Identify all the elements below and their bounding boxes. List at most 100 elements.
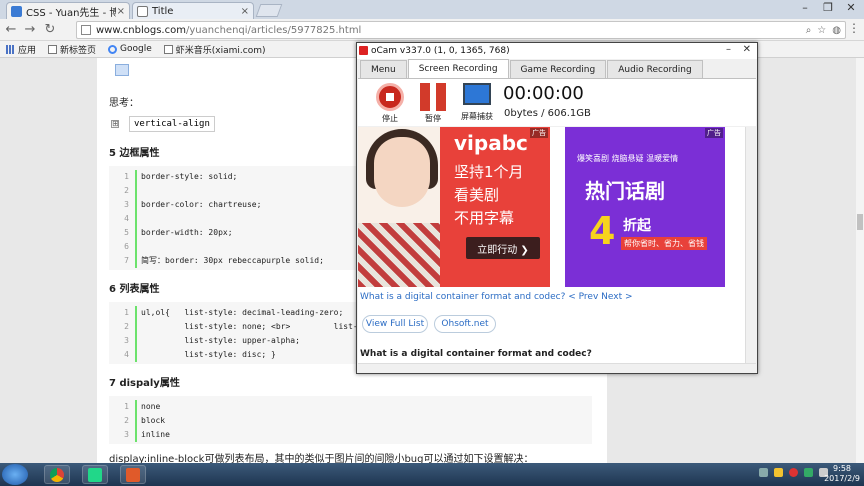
monitor-icon <box>463 83 491 105</box>
new-tab-button[interactable] <box>255 4 283 17</box>
bookmark-xiami[interactable]: 虾米音乐(xiami.com) <box>163 43 266 56</box>
expand-icon[interactable]: ⊞ <box>111 120 119 128</box>
reload-icon[interactable]: ↻ <box>42 22 58 38</box>
code-text: none <box>141 402 161 411</box>
tab-audio-recording[interactable]: Audio Recording <box>607 60 703 78</box>
ocam-titlebar: oCam v337.0 (1, 0, 1365, 768) – ✕ <box>357 43 757 59</box>
tab-game-recording[interactable]: Game Recording <box>509 60 607 78</box>
tab-close-icon[interactable]: × <box>117 6 125 17</box>
bookmark-newtab[interactable]: 新标签页 <box>48 43 96 56</box>
code-text: ul,ol{ list-style: decimal-leading-zero; <box>141 308 344 317</box>
zoom-icon[interactable]: ⌕ <box>806 25 812 36</box>
page-info-icon[interactable] <box>81 25 91 35</box>
ad-brand: vipabc <box>454 131 528 155</box>
bookmark-google[interactable]: Google <box>108 44 152 54</box>
ad-subline: 帮你省时、省力、省钱 <box>621 237 707 250</box>
minimize-icon[interactable]: – <box>794 1 816 14</box>
section-heading-display: 7 dispaly属性 <box>109 378 180 389</box>
tray-icon[interactable] <box>804 468 813 477</box>
code-line: 2 block <box>109 414 592 428</box>
tray-icon[interactable] <box>774 468 783 477</box>
storage-readout: 0bytes / 606.1GB <box>504 108 591 119</box>
url-input[interactable]: www.cnblogs.com/yuanchenqi/articles/5977… <box>76 21 846 39</box>
screen-capture-button[interactable]: 屏幕捕获 <box>457 83 497 122</box>
line-number: 5 <box>124 228 129 237</box>
bookmark-label: Google <box>120 44 152 54</box>
capture-vertical-scrollbar[interactable] <box>745 127 756 363</box>
close-window-icon[interactable]: ✕ <box>840 1 862 14</box>
prev-next-link[interactable]: What is a digital container format and c… <box>360 292 633 302</box>
browser-menu-icon[interactable]: ⋮ <box>848 21 860 35</box>
tab-title-page[interactable]: Title × <box>132 2 254 19</box>
pycharm-taskbar-button[interactable] <box>82 465 108 484</box>
pause-icon <box>420 83 446 111</box>
gutter-bar <box>135 428 137 442</box>
tray-icon[interactable] <box>789 468 798 477</box>
scrollbar-thumb[interactable] <box>857 214 863 230</box>
pycharm-icon <box>88 468 102 482</box>
tab-title: CSS - Yuan先生 - 博客园 <box>26 7 116 19</box>
forward-icon[interactable]: → <box>22 22 38 38</box>
line-number: 4 <box>124 350 129 359</box>
clock-time: 9:58 <box>833 464 852 473</box>
start-button[interactable] <box>2 464 28 485</box>
capture-horizontal-scrollbar[interactable] <box>358 363 756 373</box>
bookmark-label: 应用 <box>18 45 37 56</box>
view-full-list-button[interactable]: View Full List <box>362 315 428 333</box>
inline-code: vertical-align <box>129 116 215 132</box>
address-bar: ← → ↻ www.cnblogs.com/yuanchenqi/article… <box>0 19 864 41</box>
bookmark-apps[interactable]: 应用 <box>6 43 36 56</box>
capture-label: 屏幕捕获 <box>461 112 493 121</box>
line-number: 4 <box>124 214 129 223</box>
ocam-minimize-icon[interactable]: – <box>726 44 731 55</box>
gutter-bar <box>135 334 137 348</box>
code-text: block <box>141 416 166 425</box>
back-icon[interactable]: ← <box>3 22 19 38</box>
google-icon <box>108 44 118 54</box>
cnblogs-favicon-icon <box>11 5 22 17</box>
ocam-app-icon <box>359 46 368 55</box>
bookmark-star-icon[interactable]: ☆ <box>817 25 826 36</box>
tray-icon[interactable] <box>759 468 768 477</box>
pause-button[interactable]: 暂停 <box>413 83 453 124</box>
drama-ad[interactable]: 爆笑喜剧 烧脑悬疑 温暖爱情 热门话剧 4 折起 帮你省时、省力、省钱 广告 <box>565 127 725 287</box>
taskbar-clock[interactable]: 9:58 2017/2/9 <box>824 464 860 484</box>
ocam-taskbar-button[interactable] <box>120 465 146 484</box>
portrait-sweater <box>358 223 440 287</box>
clock-date: 2017/2/9 <box>824 474 860 483</box>
gutter-bar <box>135 226 137 240</box>
line-number: 7 <box>124 256 129 265</box>
vipabc-ad[interactable]: vipabc 坚持1个月 看美剧 不用字幕 立即行动 ❯ 广告 <box>358 127 550 287</box>
chrome-taskbar-button[interactable] <box>44 465 70 484</box>
ad-cta-button[interactable]: 立即行动 ❯ <box>466 237 540 259</box>
tab-cnblogs[interactable]: CSS - Yuan先生 - 博客园 × <box>6 2 130 19</box>
ohsoft-button[interactable]: Ohsoft.net <box>434 315 496 333</box>
stop-label: 停止 <box>382 114 398 123</box>
code-text: list-style: disc; } <box>141 350 276 359</box>
line-number: 3 <box>124 336 129 345</box>
ad-tags: 爆笑喜剧 烧脑悬疑 温暖爱情 <box>577 154 679 163</box>
tab-menu[interactable]: Menu <box>360 60 407 78</box>
line-number: 2 <box>124 416 129 425</box>
gutter-bar <box>135 414 137 428</box>
url-host: www.cnblogs.com <box>96 24 186 36</box>
code-text: border-width: 20px; <box>141 228 233 237</box>
display-note: display:inline-block可做列表布局，其中的类似于图片间的间隙小… <box>109 454 534 463</box>
extension-icon[interactable]: ◍ <box>832 25 841 36</box>
tab-close-icon[interactable]: × <box>241 6 249 17</box>
gutter-bar <box>135 400 137 414</box>
ocam-close-icon[interactable]: ✕ <box>743 44 751 55</box>
gutter-bar <box>135 306 137 320</box>
code-text: border-style: solid; <box>141 172 238 181</box>
apps-grid-icon <box>6 44 15 54</box>
ad-line-3: 不用字幕 <box>454 209 515 227</box>
line-number: 3 <box>124 430 129 439</box>
faq-question: What is a digital container format and c… <box>360 349 592 359</box>
page-scrollbar[interactable] <box>856 58 864 463</box>
image-placeholder-icon <box>115 64 129 76</box>
code-text: list-style: none; <br> list-s <box>141 322 363 331</box>
restore-icon[interactable]: ❐ <box>817 1 839 14</box>
gutter-bar <box>135 320 137 334</box>
stop-button[interactable]: 停止 <box>370 83 410 124</box>
tab-screen-recording[interactable]: Screen Recording <box>407 59 509 78</box>
